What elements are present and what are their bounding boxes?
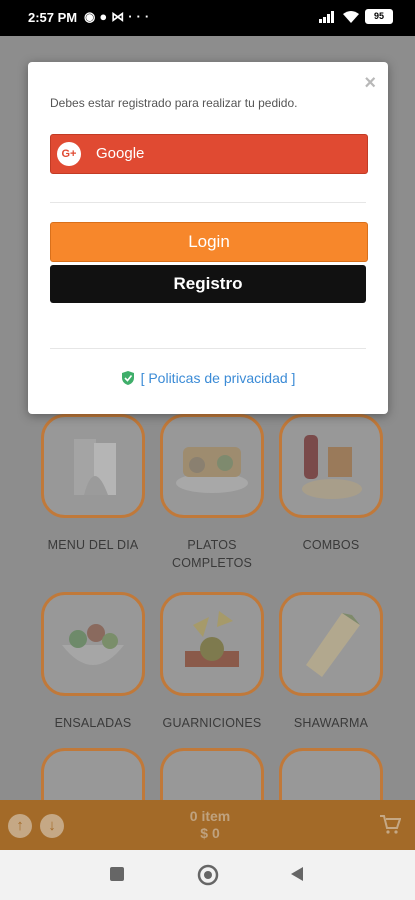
status-time: 2:57 PM (28, 10, 78, 25)
signal-icon (319, 10, 337, 23)
whatsapp-icon: ◉ (84, 9, 100, 24)
scroll-down-button[interactable]: ↓ (40, 814, 64, 838)
platter-icon (176, 447, 248, 493)
wifi-icon (343, 10, 359, 23)
close-icon[interactable]: × (364, 72, 376, 95)
category-label: PLATOS COMPLETOS (171, 538, 253, 570)
privacy-link-label: [ Politicas de privacidad ] (140, 370, 296, 386)
google-button-label: Google (96, 145, 145, 162)
chat-icon: ● (99, 9, 112, 24)
sync-icon: ⋈ (111, 9, 129, 24)
category-label: GUARNICIONES (162, 716, 262, 730)
cart-icon[interactable] (379, 814, 401, 834)
wrap-icon (306, 613, 360, 677)
register-button[interactable]: Registro (50, 265, 366, 303)
google-login-button[interactable]: G+ Google (50, 134, 368, 174)
privacy-policy-link[interactable]: [ Politicas de privacidad ] (28, 370, 388, 386)
cart-total: $ 0 (200, 825, 220, 841)
category-combos[interactable]: COMBOS (272, 414, 390, 554)
menu-card-icon (74, 439, 116, 495)
recents-square-icon[interactable] (108, 865, 126, 883)
category-label: SHAWARMA (293, 716, 369, 730)
navigation-bar (0, 850, 415, 900)
salad-icon (62, 624, 124, 665)
cart-summary[interactable]: 0 item $ 0 (170, 808, 250, 842)
category-platos-completos[interactable]: PLATOS COMPLETOS (153, 414, 271, 572)
dialog-message: Debes estar registrado para realizar tu … (50, 96, 298, 110)
status-bar: 2:57 PM ◉●⋈··· 95 (0, 0, 415, 36)
divider (50, 202, 366, 203)
login-required-dialog: × Debes estar registrado para realizar t… (28, 62, 388, 414)
shield-icon (121, 371, 134, 385)
category-label: MENU DEL DIA (47, 538, 139, 552)
category-label: ENSALADAS (54, 716, 132, 730)
category-label: COMBOS (302, 538, 360, 552)
category-guarniciones[interactable]: GUARNICIONES (153, 592, 271, 732)
combo-icon (302, 435, 362, 499)
category-menu-del-dia[interactable]: MENU DEL DIA (34, 414, 152, 554)
category-ensaladas[interactable]: ENSALADAS (34, 592, 152, 732)
google-plus-icon: G+ (57, 142, 81, 166)
category-shawarma[interactable]: SHAWARMA (272, 592, 390, 732)
home-circle-icon[interactable] (197, 864, 219, 886)
notification-icons: ◉●⋈··· (84, 9, 153, 25)
scroll-up-button[interactable]: ↑ (8, 814, 32, 838)
more-dots-icon: ··· (128, 9, 154, 24)
cart-items: 0 item (189, 808, 231, 824)
cart-bar: ↑ ↓ 0 item $ 0 (0, 800, 415, 850)
battery-icon: 95 (365, 9, 393, 24)
back-triangle-icon[interactable] (288, 865, 306, 883)
divider (50, 348, 366, 349)
nachos-icon (185, 611, 239, 667)
login-button[interactable]: Login (50, 222, 368, 262)
